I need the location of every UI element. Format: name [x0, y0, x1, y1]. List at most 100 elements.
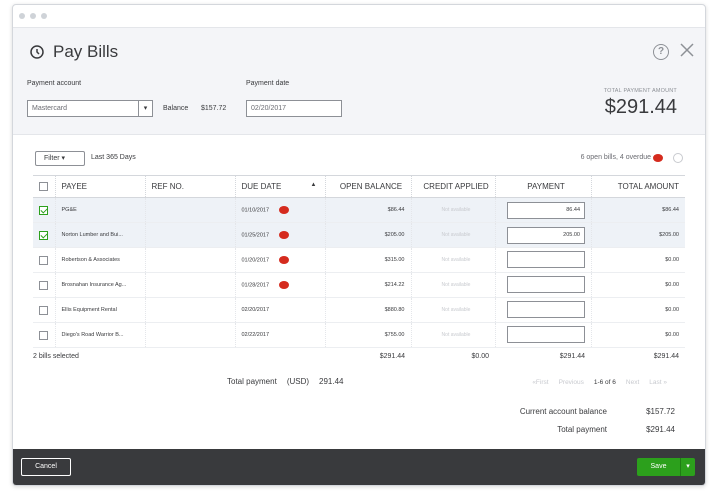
- row-credit-applied: Not available: [410, 247, 495, 273]
- row-total-amount: $0.00: [590, 322, 685, 348]
- chevron-down-icon[interactable]: ▾: [138, 100, 153, 117]
- payment-input[interactable]: [507, 275, 585, 293]
- header-panel: Pay Bills ? Payment account Mastercard ▾…: [13, 27, 705, 135]
- row-due-date: 01/10/2017: [241, 207, 270, 214]
- pager-first[interactable]: «First: [532, 379, 548, 386]
- row-due-date: 01/28/2017: [241, 282, 270, 289]
- row-payee[interactable]: Diego's Road Warrior B...: [54, 322, 145, 348]
- summary-row: 2 bills selected $291.44 $0.00 $291.44 $…: [33, 348, 685, 366]
- row-payee[interactable]: PG&E: [54, 197, 145, 223]
- current-balance-label: Current account balance: [519, 407, 607, 416]
- pagination: «First Previous 1-6 of 6 Next Last »: [532, 379, 667, 386]
- row-total-amount: $0.00: [590, 297, 685, 323]
- row-checkbox[interactable]: [39, 280, 48, 290]
- currency-label: (USD): [286, 377, 310, 386]
- col-due-date[interactable]: DUE DATE ▲: [234, 175, 325, 198]
- footer-bar: Cancel Save ▾: [13, 449, 705, 485]
- row-checkbox[interactable]: [39, 255, 48, 265]
- col-due-date-label: DUE DATE: [241, 182, 282, 191]
- overdue-icon: [279, 256, 290, 264]
- table-header: PAYEE REF NO. DUE DATE ▲ OPEN BALANCE CRE…: [33, 175, 685, 198]
- row-payment-cell: 86.44: [494, 197, 591, 223]
- help-icon[interactable]: ?: [653, 44, 669, 60]
- row-payee[interactable]: Ellis Equipment Rental: [54, 297, 145, 323]
- summary-spacer: [145, 348, 235, 366]
- cancel-button[interactable]: Cancel: [21, 458, 71, 476]
- row-due-date-cell: 02/20/2017: [234, 297, 325, 323]
- payment-date-input[interactable]: 02/20/2017: [246, 100, 342, 117]
- row-due-date: 02/20/2017: [241, 307, 270, 313]
- row-credit-applied: Not available: [410, 297, 495, 323]
- close-icon[interactable]: [679, 42, 695, 58]
- payment-account-label: Payment account: [27, 80, 82, 87]
- row-payment-cell: 205.00: [494, 222, 591, 248]
- table-row[interactable]: Brosnahan Insurance Ag... 01/28/2017 $214.…: [33, 272, 685, 298]
- payment-input[interactable]: 86.44: [507, 201, 585, 219]
- summary-spacer: [235, 348, 325, 366]
- gear-icon[interactable]: [673, 153, 683, 163]
- col-payee[interactable]: PAYEE: [54, 175, 145, 198]
- row-open-balance: $205.00: [324, 222, 411, 248]
- select-all-header: [33, 175, 55, 198]
- history-icon[interactable]: [29, 44, 45, 60]
- row-checkbox[interactable]: [39, 230, 48, 240]
- row-due-date-cell: 01/25/2017: [234, 222, 325, 248]
- col-total-amount[interactable]: TOTAL AMOUNT: [590, 175, 685, 198]
- total-payment-amount: $291.44: [604, 96, 677, 118]
- row-ref-no: [144, 247, 235, 273]
- payment-input[interactable]: [507, 300, 585, 318]
- row-checkbox[interactable]: [39, 205, 48, 215]
- save-button[interactable]: Save ▾: [637, 458, 695, 476]
- row-select-cell: [33, 297, 55, 323]
- row-ref-no: [144, 322, 235, 348]
- row-due-date-cell: 01/10/2017: [234, 197, 325, 223]
- pager-last[interactable]: Last »: [649, 379, 667, 386]
- col-ref-no[interactable]: REF NO.: [144, 175, 235, 198]
- table-row[interactable]: Ellis Equipment Rental 02/20/2017 $880.80 N…: [33, 297, 685, 323]
- payment-account-select[interactable]: Mastercard: [27, 100, 139, 117]
- pager-previous[interactable]: Previous: [559, 379, 584, 386]
- table-row[interactable]: Norton Lumber and Bui... 01/25/2017 $205.0…: [33, 222, 685, 248]
- payment-input[interactable]: [507, 325, 585, 343]
- table-row[interactable]: Robertson & Associates 01/20/2017 $315.00 N…: [33, 247, 685, 273]
- row-payment-cell: [494, 272, 591, 298]
- payment-input[interactable]: 205.00: [507, 226, 585, 244]
- row-payee[interactable]: Norton Lumber and Bui...: [54, 222, 145, 248]
- overdue-icon: [279, 206, 290, 214]
- row-ref-no: [144, 272, 235, 298]
- row-payee[interactable]: Brosnahan Insurance Ag...: [54, 272, 145, 298]
- total-payment-label: Total payment: [227, 377, 277, 386]
- total-payment-summary-value: $291.44: [646, 425, 675, 434]
- save-button-label: Save: [637, 458, 681, 476]
- select-all-checkbox[interactable]: [39, 182, 48, 192]
- total-payment-summary-label: Total payment: [557, 425, 607, 434]
- row-payment-cell: [494, 297, 591, 323]
- overdue-indicator-icon: [653, 154, 663, 162]
- row-credit-applied: Not available: [410, 272, 495, 298]
- col-payment[interactable]: PAYMENT: [494, 175, 591, 198]
- table-row[interactable]: Diego's Road Warrior B... 02/22/2017 $755.…: [33, 322, 685, 348]
- open-bills-count: 6 open bills, 4 overdue: [580, 154, 651, 161]
- row-ref-no: [144, 297, 235, 323]
- row-payee[interactable]: Robertson & Associates: [54, 247, 145, 273]
- col-credit-applied[interactable]: CREDIT APPLIED: [410, 175, 495, 198]
- row-ref-no: [144, 222, 235, 248]
- pager-next[interactable]: Next: [626, 379, 639, 386]
- row-checkbox[interactable]: [39, 330, 48, 340]
- row-checkbox[interactable]: [39, 305, 48, 315]
- payment-input[interactable]: [507, 250, 585, 268]
- table-row[interactable]: PG&E 01/10/2017 $86.44 Not available 86.44 $8…: [33, 197, 685, 223]
- overdue-icon: [279, 281, 290, 289]
- row-open-balance: $214.22: [324, 272, 411, 298]
- filter-button[interactable]: Filter ▾: [35, 151, 85, 166]
- row-total-amount: $205.00: [590, 222, 685, 248]
- row-payment-cell: [494, 322, 591, 348]
- overdue-icon: [279, 231, 290, 239]
- chevron-down-icon[interactable]: ▾: [681, 458, 695, 476]
- balance-label: Balance: [163, 105, 189, 112]
- row-ref-no: [144, 197, 235, 223]
- filter-range: Last 365 Days: [91, 154, 136, 161]
- title-wrap: Pay Bills: [29, 42, 118, 62]
- col-open-balance[interactable]: OPEN BALANCE: [324, 175, 411, 198]
- summary-credit: $0.00: [471, 353, 489, 361]
